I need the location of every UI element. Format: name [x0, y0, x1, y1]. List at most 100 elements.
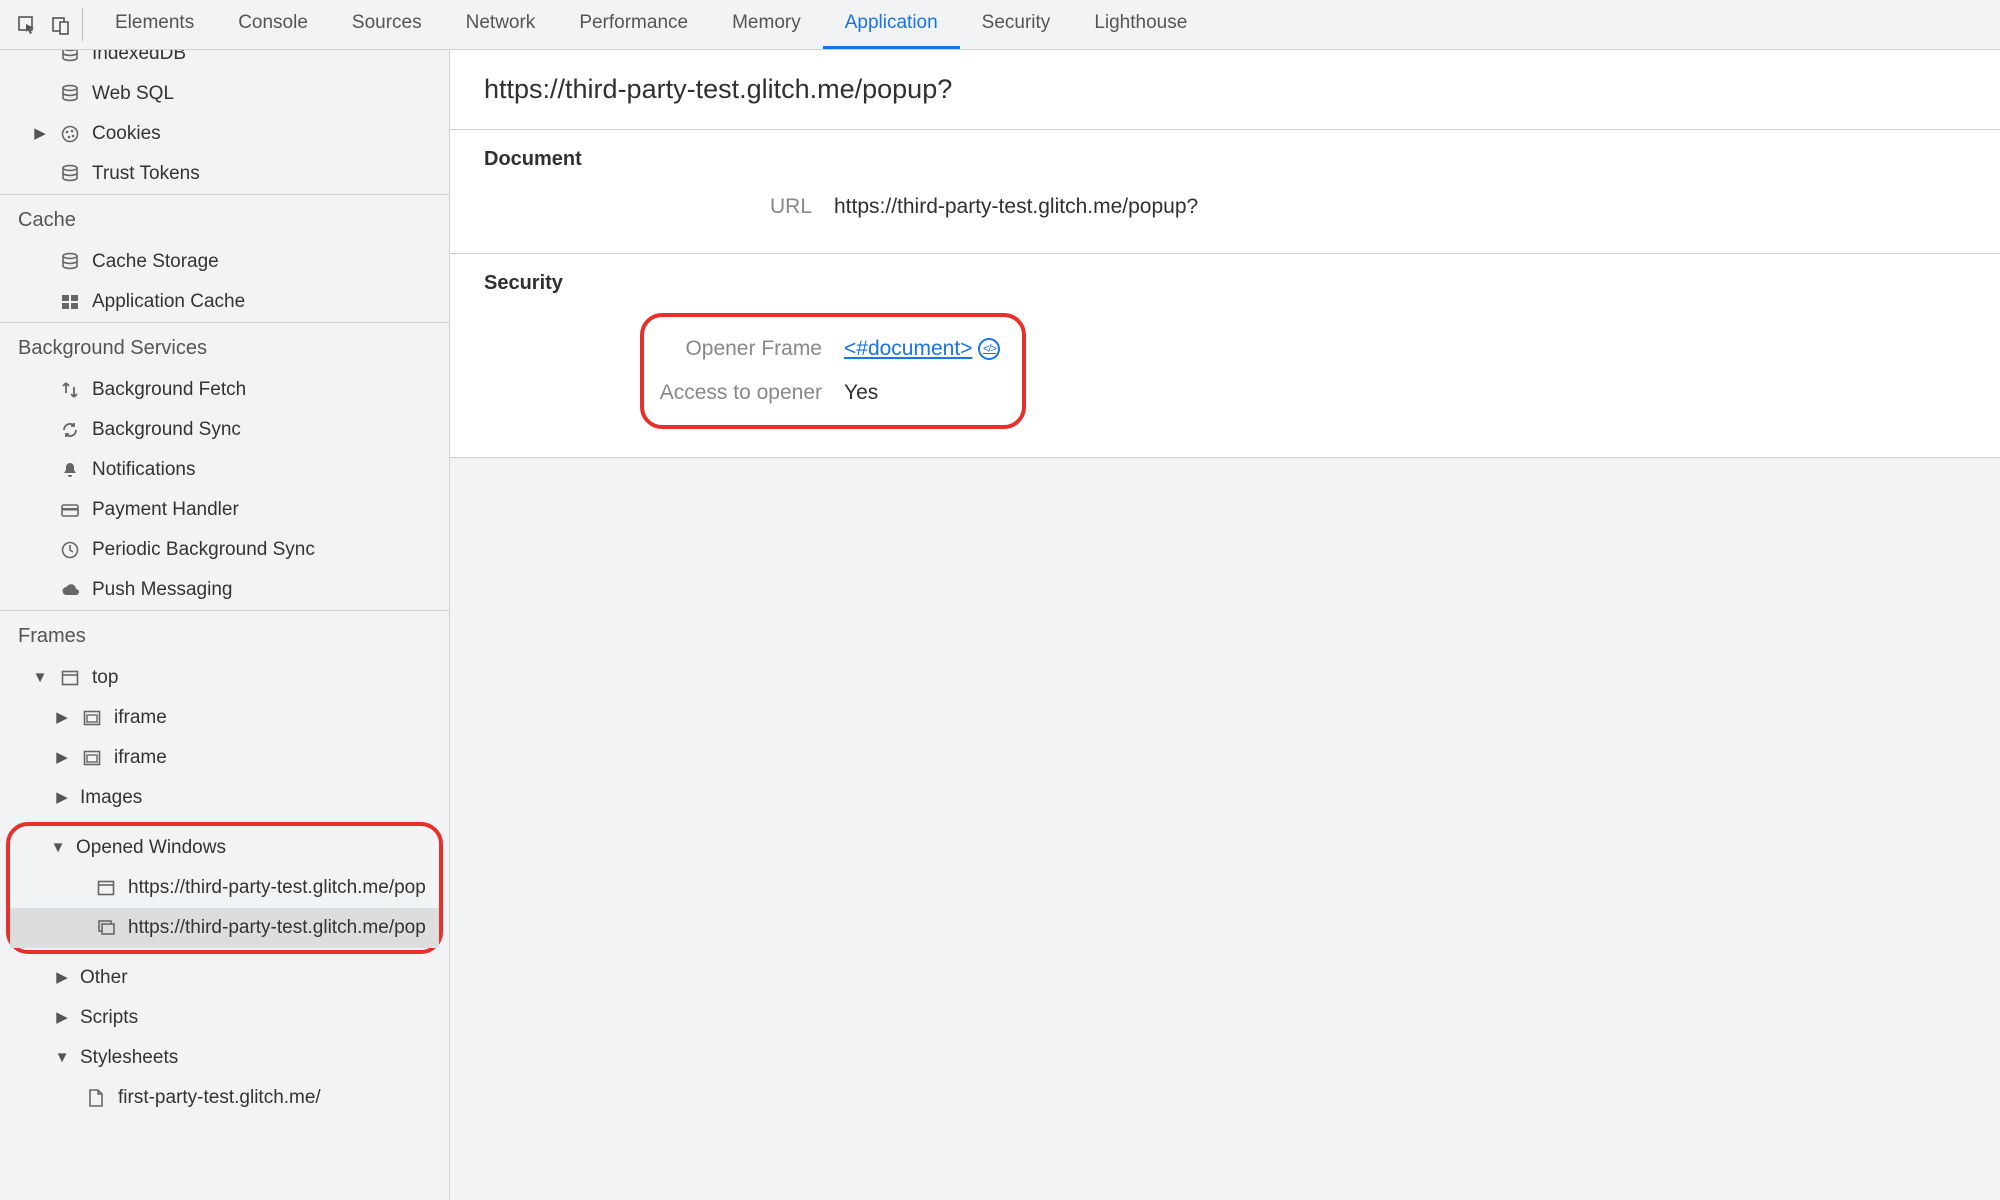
collapse-arrow-icon[interactable]: ▼	[50, 832, 66, 864]
sidebar-item-label: Periodic Background Sync	[92, 534, 435, 566]
tab-memory[interactable]: Memory	[710, 0, 823, 49]
sidebar-item-top-frame[interactable]: ▼ top	[0, 658, 449, 698]
tab-lighthouse[interactable]: Lighthouse	[1072, 0, 1209, 49]
sidebar-item-trust-tokens[interactable]: ▶ Trust Tokens	[0, 154, 449, 194]
sidebar-section-cache: Cache	[0, 195, 449, 242]
sidebar-item-payment-handler[interactable]: ▶ Payment Handler	[0, 490, 449, 530]
sidebar-section-bgsvc: Background Services	[0, 323, 449, 370]
expand-arrow-icon[interactable]: ▶	[54, 1002, 70, 1034]
sidebar-item-label: Cookies	[92, 118, 435, 150]
frame-title: https://third-party-test.glitch.me/popup…	[450, 50, 2000, 130]
bell-icon	[58, 458, 82, 482]
tab-application[interactable]: Application	[823, 0, 960, 49]
database-icon	[58, 162, 82, 186]
tab-elements[interactable]: Elements	[93, 0, 216, 49]
sidebar-item-label: Background Fetch	[92, 374, 435, 406]
sidebar-item-label: Notifications	[92, 454, 435, 486]
database-icon	[58, 50, 82, 66]
tab-console[interactable]: Console	[216, 0, 330, 49]
sidebar-item-opened-window[interactable]: https://third-party-test.glitch.me/popup…	[10, 868, 439, 908]
sidebar-item-label: https://third-party-test.glitch.me/popup…	[128, 872, 425, 904]
kv-key: Access to opener	[654, 381, 844, 405]
section-heading-document: Document	[484, 148, 1966, 171]
kv-row-access-to-opener: Access to opener Yes	[654, 371, 1000, 415]
tab-performance[interactable]: Performance	[557, 0, 710, 49]
sidebar-item-label: Trust Tokens	[92, 158, 435, 190]
sidebar-item-notifications[interactable]: ▶ Notifications	[0, 450, 449, 490]
sidebar-item-label: Cache Storage	[92, 246, 435, 278]
sidebar-item-label: Application Cache	[92, 286, 435, 318]
sidebar-item-images[interactable]: ▶ Images	[0, 778, 449, 818]
windows-stack-icon	[94, 916, 118, 940]
sidebar-item-cache-storage[interactable]: ▶ Cache Storage	[0, 242, 449, 282]
sidebar-item-scripts[interactable]: ▶ Scripts	[0, 998, 449, 1038]
sidebar-item-stylesheets[interactable]: ▼ Stylesheets	[0, 1038, 449, 1078]
sidebar-item-opened-window-selected[interactable]: https://third-party-test.glitch.me/popup…	[10, 908, 439, 948]
database-icon	[58, 250, 82, 274]
sidebar-item-push-messaging[interactable]: ▶ Push Messaging	[0, 570, 449, 610]
sidebar-item-label: Web SQL	[92, 78, 435, 110]
sidebar-item-label: IndexedDB	[92, 50, 435, 70]
opener-frame-link[interactable]: <#document> </>	[844, 337, 1000, 361]
inspect-icon[interactable]	[10, 0, 44, 49]
card-icon	[58, 498, 82, 522]
highlight-annotation-opener-info: Opener Frame <#document> </> Access to o…	[640, 313, 1026, 429]
content-pane: https://third-party-test.glitch.me/popup…	[450, 50, 2000, 1200]
kv-row-opener-frame: Opener Frame <#document> </>	[654, 327, 1000, 371]
expand-arrow-icon[interactable]: ▶	[54, 962, 70, 994]
sidebar-item-application-cache[interactable]: ▶ Application Cache	[0, 282, 449, 322]
sidebar-item-background-sync[interactable]: ▶ Background Sync	[0, 410, 449, 450]
transfer-icon	[58, 378, 82, 402]
expand-arrow-icon[interactable]: ▶	[54, 742, 70, 774]
window-icon	[58, 666, 82, 690]
sidebar-item-label: top	[92, 662, 435, 694]
sidebar: ▶ IndexedDB ▶ Web SQL ▶ Cookies ▶ Trust …	[0, 50, 450, 1200]
sidebar-item-label: Scripts	[80, 1002, 435, 1034]
sidebar-item-iframe[interactable]: ▶ iframe	[0, 698, 449, 738]
sidebar-item-cookies[interactable]: ▶ Cookies	[0, 114, 449, 154]
main-split: ▶ IndexedDB ▶ Web SQL ▶ Cookies ▶ Trust …	[0, 50, 2000, 1200]
sidebar-item-label: Push Messaging	[92, 574, 435, 606]
kv-key: Opener Frame	[654, 337, 844, 361]
collapse-arrow-icon[interactable]: ▼	[54, 1042, 70, 1074]
sidebar-item-indexeddb[interactable]: ▶ IndexedDB	[0, 50, 449, 74]
tab-sources[interactable]: Sources	[330, 0, 444, 49]
cookie-icon	[58, 122, 82, 146]
database-icon	[58, 82, 82, 106]
kv-value-link-text: <#document>	[844, 337, 972, 361]
device-toggle-icon[interactable]	[44, 0, 78, 49]
sidebar-item-label: Payment Handler	[92, 494, 435, 526]
expand-arrow-icon[interactable]: ▶	[32, 118, 48, 150]
expand-arrow-icon[interactable]: ▶	[54, 782, 70, 814]
sidebar-item-opened-windows[interactable]: ▼ Opened Windows	[10, 828, 439, 868]
sidebar-item-label: Stylesheets	[80, 1042, 435, 1074]
kv-value: https://third-party-test.glitch.me/popup…	[834, 195, 1198, 219]
sidebar-item-websql[interactable]: ▶ Web SQL	[0, 74, 449, 114]
highlight-annotation-opened-windows: ▼ Opened Windows https://third-party-tes…	[6, 822, 443, 954]
expand-arrow-icon[interactable]: ▶	[54, 702, 70, 734]
tab-security[interactable]: Security	[960, 0, 1073, 49]
sidebar-item-label: iframe	[114, 702, 435, 734]
sidebar-item-label: Other	[80, 962, 435, 994]
sidebar-item-iframe[interactable]: ▶ iframe	[0, 738, 449, 778]
sidebar-item-stylesheet-file[interactable]: first-party-test.glitch.me/	[0, 1078, 449, 1118]
sidebar-item-label: Background Sync	[92, 414, 435, 446]
iframe-icon	[80, 746, 104, 770]
section-heading-security: Security	[484, 272, 1966, 295]
sidebar-item-label: Opened Windows	[76, 832, 425, 864]
tabbar-separator	[82, 8, 83, 41]
sidebar-item-label: Images	[80, 782, 435, 814]
sidebar-item-other[interactable]: ▶ Other	[0, 958, 449, 998]
tab-network[interactable]: Network	[444, 0, 558, 49]
window-icon	[94, 876, 118, 900]
sync-icon	[58, 418, 82, 442]
kv-value: Yes	[844, 381, 878, 405]
sidebar-item-background-fetch[interactable]: ▶ Background Fetch	[0, 370, 449, 410]
reveal-in-elements-icon[interactable]: </>	[978, 338, 1000, 360]
collapse-arrow-icon[interactable]: ▼	[32, 662, 48, 694]
clock-icon	[58, 538, 82, 562]
sidebar-item-periodic-sync[interactable]: ▶ Periodic Background Sync	[0, 530, 449, 570]
devtools-tabbar: Elements Console Sources Network Perform…	[0, 0, 2000, 50]
cloud-icon	[58, 578, 82, 602]
file-icon	[84, 1086, 108, 1110]
